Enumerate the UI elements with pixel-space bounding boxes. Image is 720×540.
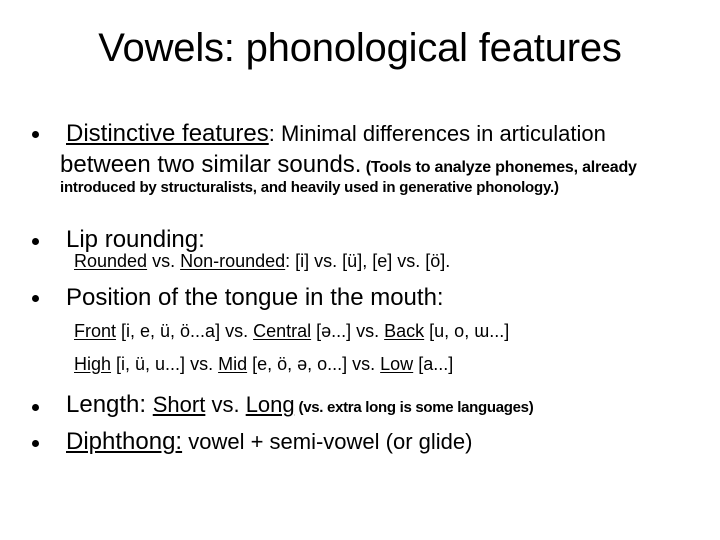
term-rounded: Rounded — [74, 251, 148, 271]
sub-item-front-back: Front [i, e, ü, ö...a] vs. Central [ə...… — [74, 320, 509, 342]
text: vowel + semi-vowel (or glide) — [182, 429, 473, 454]
term-diphthong: Diphthong: — [66, 428, 183, 455]
bullet-distinctive-features: Distinctive features: Minimal difference… — [66, 120, 606, 148]
bullet-diphthong: Diphthong: vowel + semi-vowel (or glide) — [66, 428, 472, 456]
text: [u, o, ɯ...] — [424, 321, 510, 341]
bullet-icon — [32, 238, 39, 245]
term-high: High — [74, 354, 112, 374]
text: [i, ü, u...] vs. — [111, 354, 219, 374]
term-long: Long — [245, 392, 295, 417]
text: : [i] vs. [ü], [e] vs. [ö]. — [285, 251, 451, 271]
term-front: Front — [74, 321, 117, 341]
term-mid: Mid — [218, 354, 248, 374]
bullet-icon — [32, 440, 39, 447]
term-low: Low — [380, 354, 414, 374]
bullet-text: between two similar sounds. — [60, 151, 362, 178]
text: [e, ö, ə, o...] vs. — [247, 354, 381, 374]
term-central: Central — [253, 321, 312, 341]
term-short: Short — [152, 392, 206, 417]
text: [ə...] vs. — [311, 321, 385, 341]
sub-item-rounding: Rounded vs. Non-rounded: [i] vs. [ü], [e… — [74, 250, 450, 272]
term-non-rounded: Non-rounded — [180, 251, 286, 271]
term-distinctive-features: Distinctive features — [66, 120, 269, 147]
bullet-line-2: between two similar sounds. (Tools to an… — [60, 151, 637, 179]
text: [i, e, ü, ö...a] vs. — [116, 321, 254, 341]
text: vs. — [147, 251, 181, 271]
slide-title: Vowels: phonological features — [98, 26, 622, 70]
text: [a...] — [413, 354, 454, 374]
sub-item-height: High [i, ü, u...] vs. Mid [e, ö, ə, o...… — [74, 353, 453, 375]
bullet-text: : Minimal differences in articulation — [268, 121, 606, 146]
bullet-icon — [32, 295, 39, 302]
text: Length: — [66, 391, 153, 418]
term-back: Back — [384, 321, 425, 341]
bullet-line-3: introduced by structuralists, and heavil… — [60, 179, 559, 196]
bullet-note: (vs. extra long is some languages) — [294, 399, 534, 416]
bullet-note: (Tools to analyze phonemes, already — [361, 159, 637, 176]
bullet-icon — [32, 404, 39, 411]
text: vs. — [205, 392, 246, 417]
bullet-length: Length: Short vs. Long (vs. extra long i… — [66, 391, 534, 419]
bullet-icon — [32, 131, 39, 138]
bullet-tongue-position: Position of the tongue in the mouth: — [66, 284, 444, 311]
